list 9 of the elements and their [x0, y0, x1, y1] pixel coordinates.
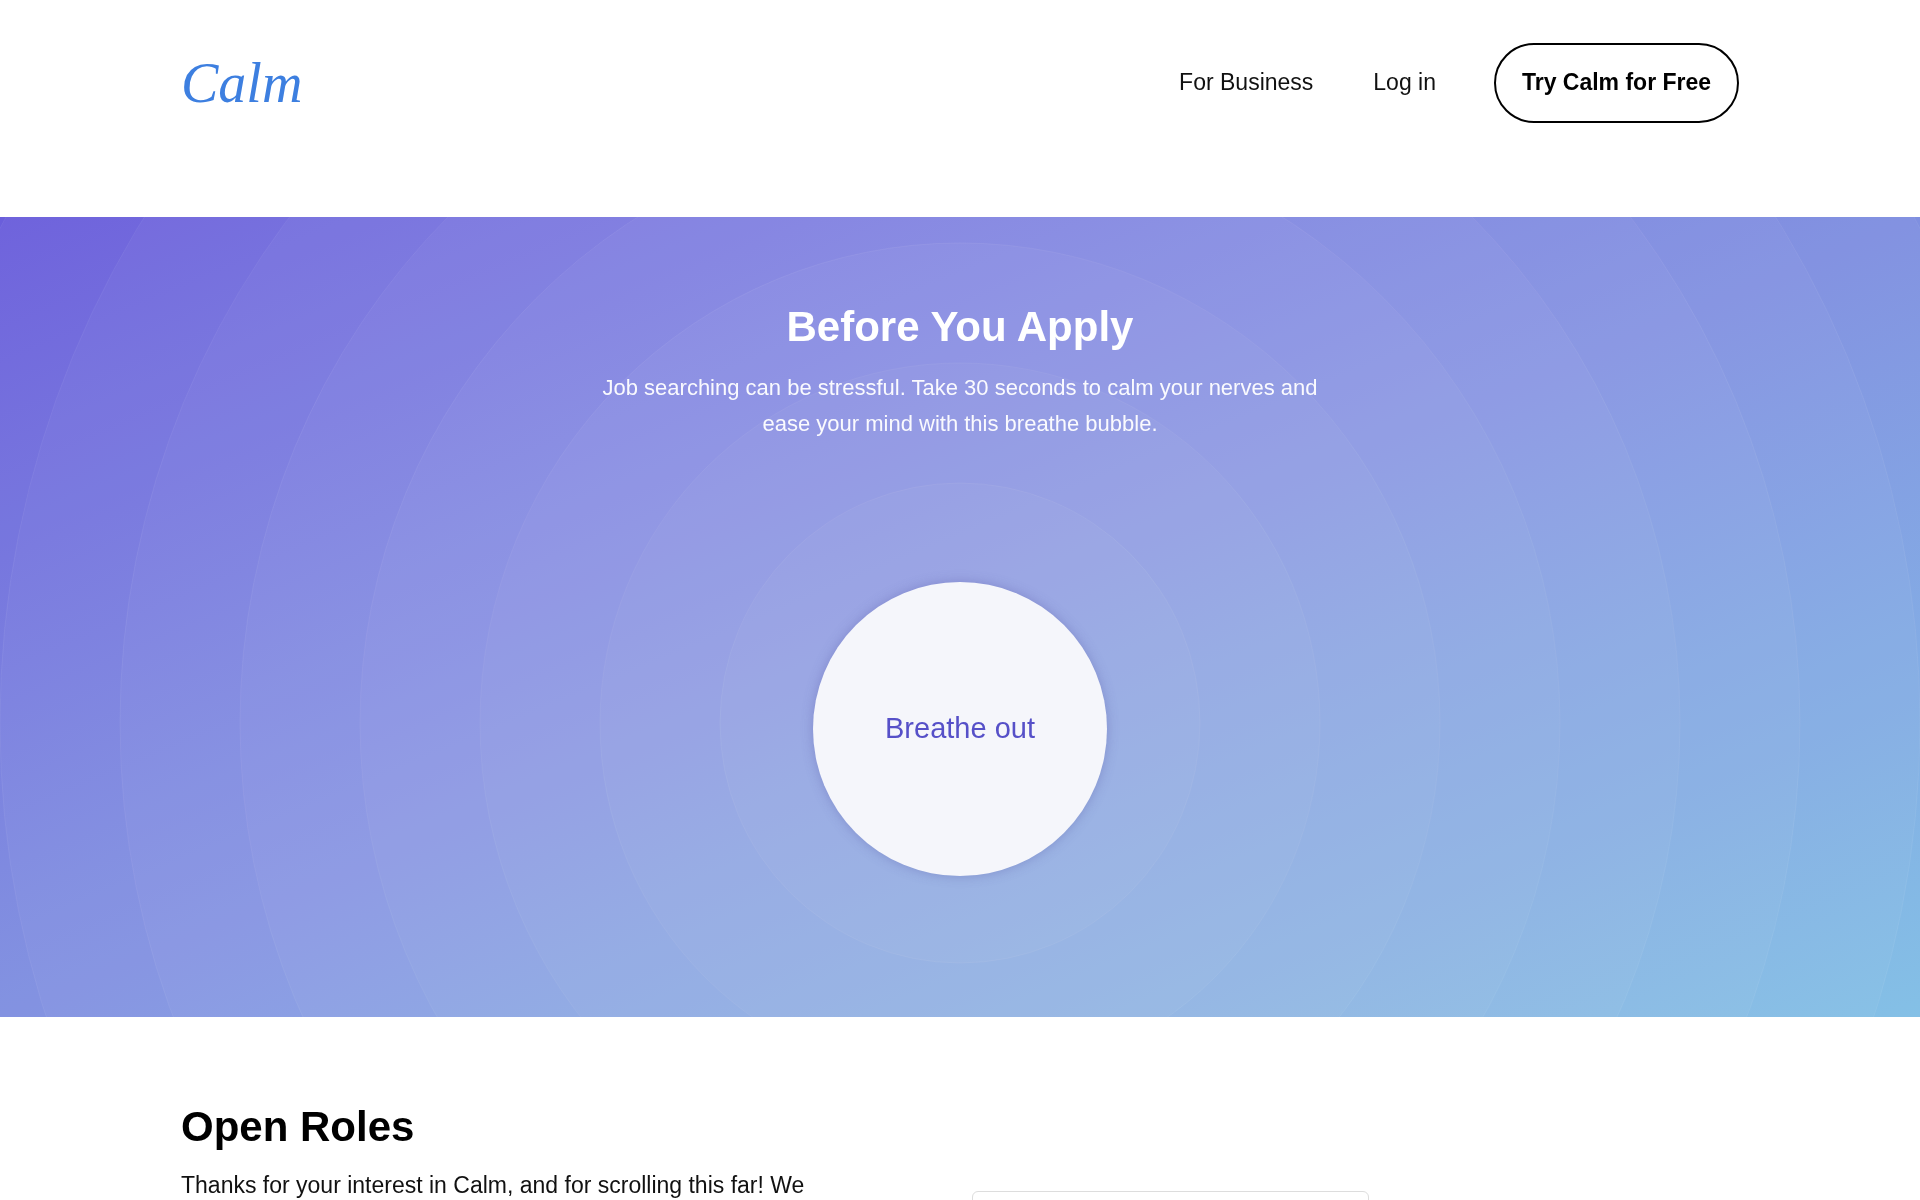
calm-logo[interactable]: Calm	[181, 54, 303, 111]
bubble-text: Breathe out	[885, 710, 1035, 746]
nav-link[interactable]: Log in	[1373, 65, 1436, 100]
section-title: Open Roles	[181, 1102, 416, 1152]
hero-title: Before You Apply	[786, 302, 1134, 352]
nav-link[interactable]: For Business	[1179, 65, 1314, 100]
try-free-button[interactable]: Try Calm for Free	[1494, 42, 1739, 123]
intro-text: Thanks for your interest in Calm, and for scrolling this far! We	[181, 1171, 805, 1198]
hero-subtitle: Job searching can be stressful. Take 30 seconds to calm your nerves and ease your mind with this breathe bubble.	[601, 373, 1319, 438]
